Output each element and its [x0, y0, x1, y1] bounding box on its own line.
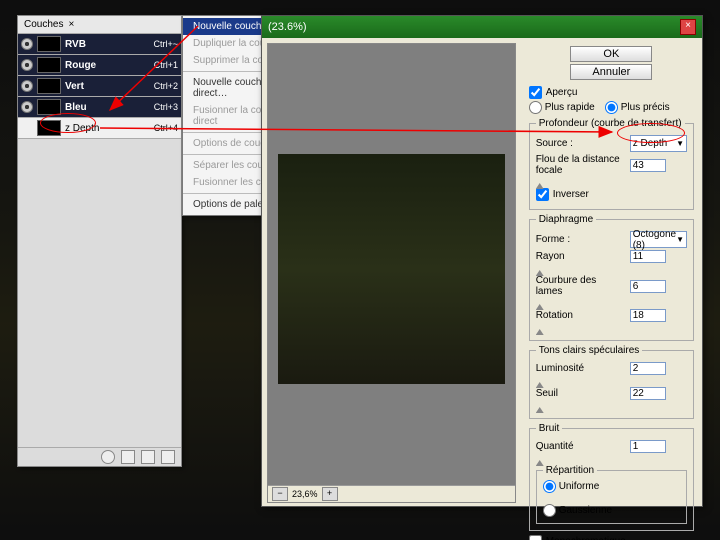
- layers-tab[interactable]: Couches ×: [18, 16, 181, 34]
- layers-panel-footer: [18, 447, 181, 466]
- annotation-circle-source: [617, 123, 685, 143]
- mono-label: Monochromatique: [546, 536, 626, 540]
- flou-slider[interactable]: [536, 178, 687, 184]
- filter-dialog: (23.6%) × − 23,6% + OK Annuler Aperçu Pl…: [261, 15, 703, 507]
- uniforme-radio[interactable]: [543, 480, 556, 493]
- uniforme-label: Uniforme: [559, 481, 600, 492]
- rotation-slider[interactable]: [536, 324, 687, 330]
- plus-precis-radio[interactable]: [605, 101, 618, 114]
- preview-checkbox[interactable]: [529, 86, 542, 99]
- courbure-slider[interactable]: [536, 299, 687, 305]
- layer-row-bleu[interactable]: BleuCtrl+3: [18, 97, 181, 118]
- flou-input[interactable]: 43: [630, 159, 666, 172]
- plus-rapide-label: Plus rapide: [545, 102, 595, 113]
- quantite-slider[interactable]: [536, 455, 687, 461]
- source-label: Source :: [536, 138, 626, 149]
- thumbnail: [37, 78, 61, 94]
- flou-label: Flou de la distance focale: [536, 154, 626, 176]
- ok-button[interactable]: OK: [570, 46, 652, 62]
- inverser-label: Inverser: [553, 189, 589, 200]
- eye-icon[interactable]: [21, 59, 33, 71]
- rayon-label: Rayon: [536, 251, 626, 262]
- tons-legend: Tons clairs spéculaires: [536, 345, 643, 356]
- luminosite-input[interactable]: 2: [630, 362, 666, 375]
- layer-row-rvb[interactable]: RVBCtrl+~: [18, 34, 181, 55]
- chevron-down-icon: ▼: [676, 139, 684, 148]
- dialog-titlebar[interactable]: (23.6%) ×: [262, 16, 702, 38]
- zoom-value: 23,6%: [292, 489, 318, 499]
- courbure-label: Courbure des lames: [536, 275, 626, 297]
- thumbnail: [37, 99, 61, 115]
- seuil-slider[interactable]: [536, 402, 687, 408]
- forme-label: Forme :: [536, 234, 626, 245]
- mono-checkbox[interactable]: [529, 535, 542, 540]
- preview-label: Aperçu: [546, 87, 578, 98]
- rayon-slider[interactable]: [536, 265, 687, 271]
- bruit-legend: Bruit: [536, 423, 563, 434]
- gauss-label: Gaussienne: [559, 505, 612, 516]
- tons-group: Tons clairs spéculaires Luminosité 2 Seui…: [529, 345, 694, 419]
- forme-select[interactable]: Octogone (8)▼: [630, 231, 687, 248]
- preview-pane: − 23,6% +: [267, 43, 516, 503]
- gauss-radio[interactable]: [543, 504, 556, 517]
- trash-icon[interactable]: [161, 450, 175, 464]
- zoom-in-button[interactable]: +: [322, 487, 338, 501]
- plus-precis-label: Plus précis: [621, 102, 670, 113]
- rotation-input[interactable]: 18: [630, 309, 666, 322]
- repartition-group: Répartition Uniforme Gaussienne: [536, 465, 687, 524]
- eye-icon[interactable]: [21, 101, 33, 113]
- preview-zoom-bar: − 23,6% +: [268, 485, 515, 502]
- thumbnail: [37, 36, 61, 52]
- layer-row-rouge[interactable]: RougeCtrl+1: [18, 55, 181, 76]
- annotation-circle-layer: [40, 113, 96, 133]
- bruit-group: Bruit Quantité 1 Répartition Uniforme Gau…: [529, 423, 694, 531]
- new-channel-icon[interactable]: [121, 450, 135, 464]
- dialog-title: (23.6%): [268, 21, 307, 33]
- preview-image: [278, 154, 505, 384]
- seuil-label: Seuil: [536, 388, 626, 399]
- mask-icon[interactable]: [101, 450, 115, 464]
- repartition-legend: Répartition: [543, 465, 597, 476]
- courbure-input[interactable]: 6: [630, 280, 666, 293]
- luminosite-label: Luminosité: [536, 363, 626, 374]
- diaphragme-legend: Diaphragme: [536, 214, 596, 225]
- new-mask-icon[interactable]: [141, 450, 155, 464]
- luminosite-slider[interactable]: [536, 377, 687, 383]
- zoom-out-button[interactable]: −: [272, 487, 288, 501]
- thumbnail: [37, 57, 61, 73]
- plus-rapide-radio[interactable]: [529, 101, 542, 114]
- diaphragme-group: Diaphragme Forme : Octogone (8)▼ Rayon 11…: [529, 214, 694, 341]
- forme-value: Octogone (8): [633, 229, 676, 251]
- eye-icon[interactable]: [21, 38, 33, 50]
- layers-panel: Couches × RVBCtrl+~ RougeCtrl+1 VertCtrl…: [17, 15, 182, 467]
- close-icon[interactable]: ×: [68, 19, 74, 30]
- tab-label: Couches: [24, 19, 63, 30]
- inverser-checkbox[interactable]: [536, 188, 549, 201]
- rotation-label: Rotation: [536, 310, 626, 321]
- quantite-label: Quantité: [536, 441, 626, 452]
- eye-icon[interactable]: [21, 80, 33, 92]
- chevron-down-icon: ▼: [676, 235, 684, 244]
- controls-pane: OK Annuler Aperçu Plus rapide Plus préci…: [521, 38, 702, 508]
- close-icon[interactable]: ×: [680, 19, 696, 35]
- cancel-button[interactable]: Annuler: [570, 64, 652, 80]
- layer-row-vert[interactable]: VertCtrl+2: [18, 76, 181, 97]
- seuil-input[interactable]: 22: [630, 387, 666, 400]
- rayon-input[interactable]: 11: [630, 250, 666, 263]
- quantite-input[interactable]: 1: [630, 440, 666, 453]
